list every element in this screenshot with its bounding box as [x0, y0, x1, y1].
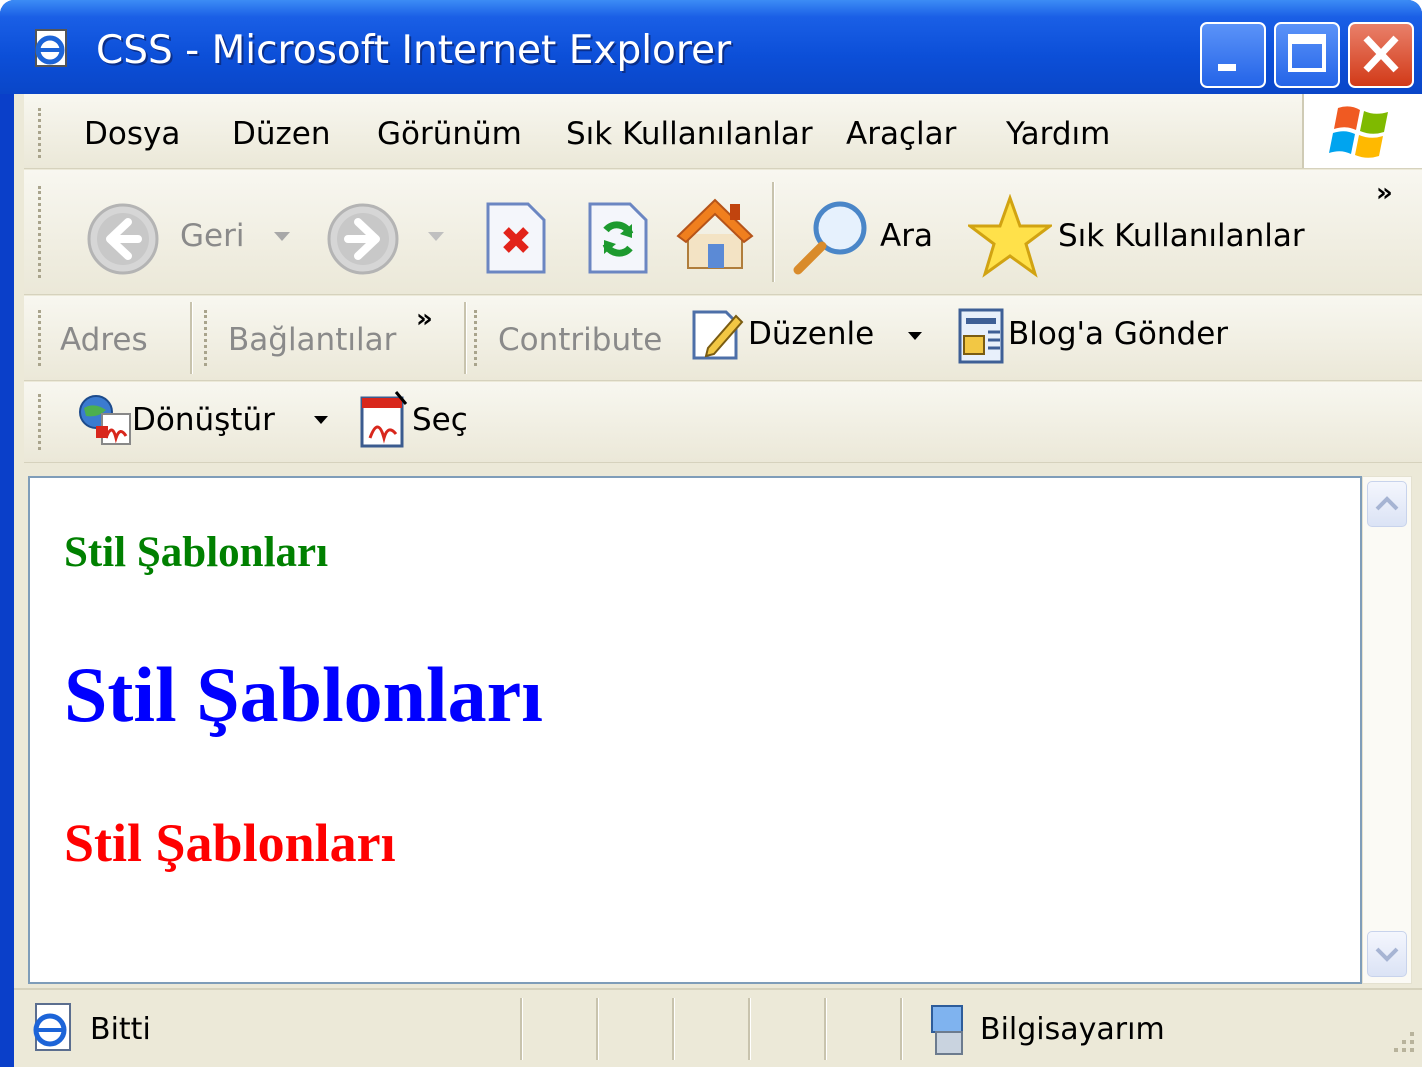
- blog-button-label[interactable]: Blog'a Gönder: [1008, 316, 1228, 352]
- favorites-button-label[interactable]: Sık Kullanılanlar: [1058, 218, 1305, 254]
- title-bar[interactable]: CSS - Microsoft Internet Explorer: [0, 0, 1422, 94]
- menu-yardim[interactable]: Yardım: [1006, 116, 1110, 152]
- status-bar: Bitti Bilgisayarım: [14, 988, 1422, 1067]
- security-zone-label: Bilgisayarım: [980, 1012, 1165, 1047]
- forward-arrow-icon[interactable]: [326, 202, 400, 276]
- windows-logo: [1302, 94, 1422, 168]
- menu-dosya[interactable]: Dosya: [84, 116, 180, 152]
- close-button[interactable]: [1348, 22, 1414, 88]
- toolbar-separator: [464, 302, 467, 374]
- status-separator: [672, 998, 675, 1060]
- heading-blue: Stil Şablonları: [64, 651, 543, 738]
- heading-green: Stil Şablonları: [64, 529, 329, 576]
- menu-gorunum[interactable]: Görünüm: [377, 116, 522, 152]
- pdf-toolbar: Dönüştür Seç: [24, 382, 1422, 463]
- menu-bar: Dosya Düzen Görünüm Sık Kullanılanlar Ar…: [24, 94, 1422, 169]
- toolbar-grip[interactable]: [38, 310, 47, 366]
- chevron-down-icon[interactable]: [908, 332, 922, 341]
- convert-button-label[interactable]: Dönüştür: [132, 402, 275, 438]
- resize-grip-icon[interactable]: [1386, 1028, 1416, 1058]
- select-pdf-icon[interactable]: [356, 390, 410, 450]
- minimize-button[interactable]: [1200, 22, 1266, 88]
- blog-post-icon[interactable]: [954, 306, 1008, 366]
- back-arrow-icon[interactable]: [86, 202, 160, 276]
- status-separator: [596, 998, 599, 1060]
- ie-window: CSS - Microsoft Internet Explorer Dosya …: [0, 0, 1422, 1067]
- chevron-up-icon: [1375, 496, 1399, 511]
- toolbar-grip[interactable]: [38, 394, 47, 450]
- toolbar-grip[interactable]: [474, 310, 483, 366]
- page-content: Stil Şablonları Stil Şablonları Stil Şab…: [28, 476, 1362, 984]
- menu-sik-kullanilanlar[interactable]: Sık Kullanılanlar: [566, 116, 813, 152]
- standard-toolbar: Geri Ara Sık Kullanılanlar »: [24, 170, 1422, 295]
- scroll-down-button[interactable]: [1367, 931, 1407, 977]
- edit-page-icon[interactable]: [690, 308, 744, 362]
- menu-duzen[interactable]: Düzen: [232, 116, 331, 152]
- status-separator: [824, 998, 827, 1060]
- home-icon[interactable]: [674, 192, 756, 274]
- chevron-down-icon: [1375, 947, 1399, 962]
- toolbar-separator: [190, 302, 193, 374]
- status-separator: [900, 998, 903, 1060]
- links-label[interactable]: Bağlantılar: [228, 322, 396, 358]
- toolbar-grip[interactable]: [38, 108, 47, 158]
- favorites-star-icon[interactable]: [968, 194, 1052, 278]
- toolbar-chevron[interactable]: »: [1376, 178, 1393, 208]
- status-separator: [520, 998, 523, 1060]
- window-title: CSS - Microsoft Internet Explorer: [96, 28, 732, 73]
- status-separator: [748, 998, 751, 1060]
- minimize-icon: [1218, 64, 1236, 71]
- toolbar-grip[interactable]: [38, 186, 47, 278]
- back-button-label[interactable]: Geri: [180, 218, 244, 254]
- address-toolbar: Adres Bağlantılar » Contribute Düzenle B…: [24, 296, 1422, 381]
- toolbar-separator: [772, 182, 775, 282]
- scroll-up-button[interactable]: [1367, 481, 1407, 527]
- menu-araclar[interactable]: Araçlar: [846, 116, 956, 152]
- contribute-label: Contribute: [498, 322, 663, 358]
- heading-red: Stil Şablonları: [64, 813, 396, 873]
- edit-button-label[interactable]: Düzenle: [748, 316, 874, 352]
- toolbar-grip[interactable]: [204, 310, 213, 366]
- chevron-down-icon[interactable]: [314, 416, 328, 425]
- computer-zone-icon: [931, 1005, 963, 1055]
- search-icon[interactable]: [790, 198, 874, 278]
- ie-page-icon: [33, 1003, 71, 1051]
- links-chevron[interactable]: »: [416, 304, 433, 334]
- refresh-icon[interactable]: [586, 200, 650, 276]
- windows-flag-icon: [1329, 106, 1388, 158]
- stop-icon[interactable]: [484, 200, 548, 276]
- status-text: Bitti: [90, 1012, 151, 1047]
- close-icon: [1363, 35, 1399, 73]
- vertical-scrollbar[interactable]: [1362, 476, 1412, 984]
- convert-to-pdf-icon[interactable]: [76, 392, 134, 446]
- maximize-button[interactable]: [1274, 22, 1340, 88]
- chevron-down-icon[interactable]: [428, 232, 444, 242]
- maximize-icon: [1288, 34, 1326, 72]
- address-label[interactable]: Adres: [60, 322, 148, 358]
- ie-page-icon: [35, 29, 67, 67]
- search-button-label[interactable]: Ara: [880, 218, 933, 254]
- chevron-down-icon[interactable]: [274, 232, 290, 242]
- select-button-label[interactable]: Seç: [412, 402, 468, 438]
